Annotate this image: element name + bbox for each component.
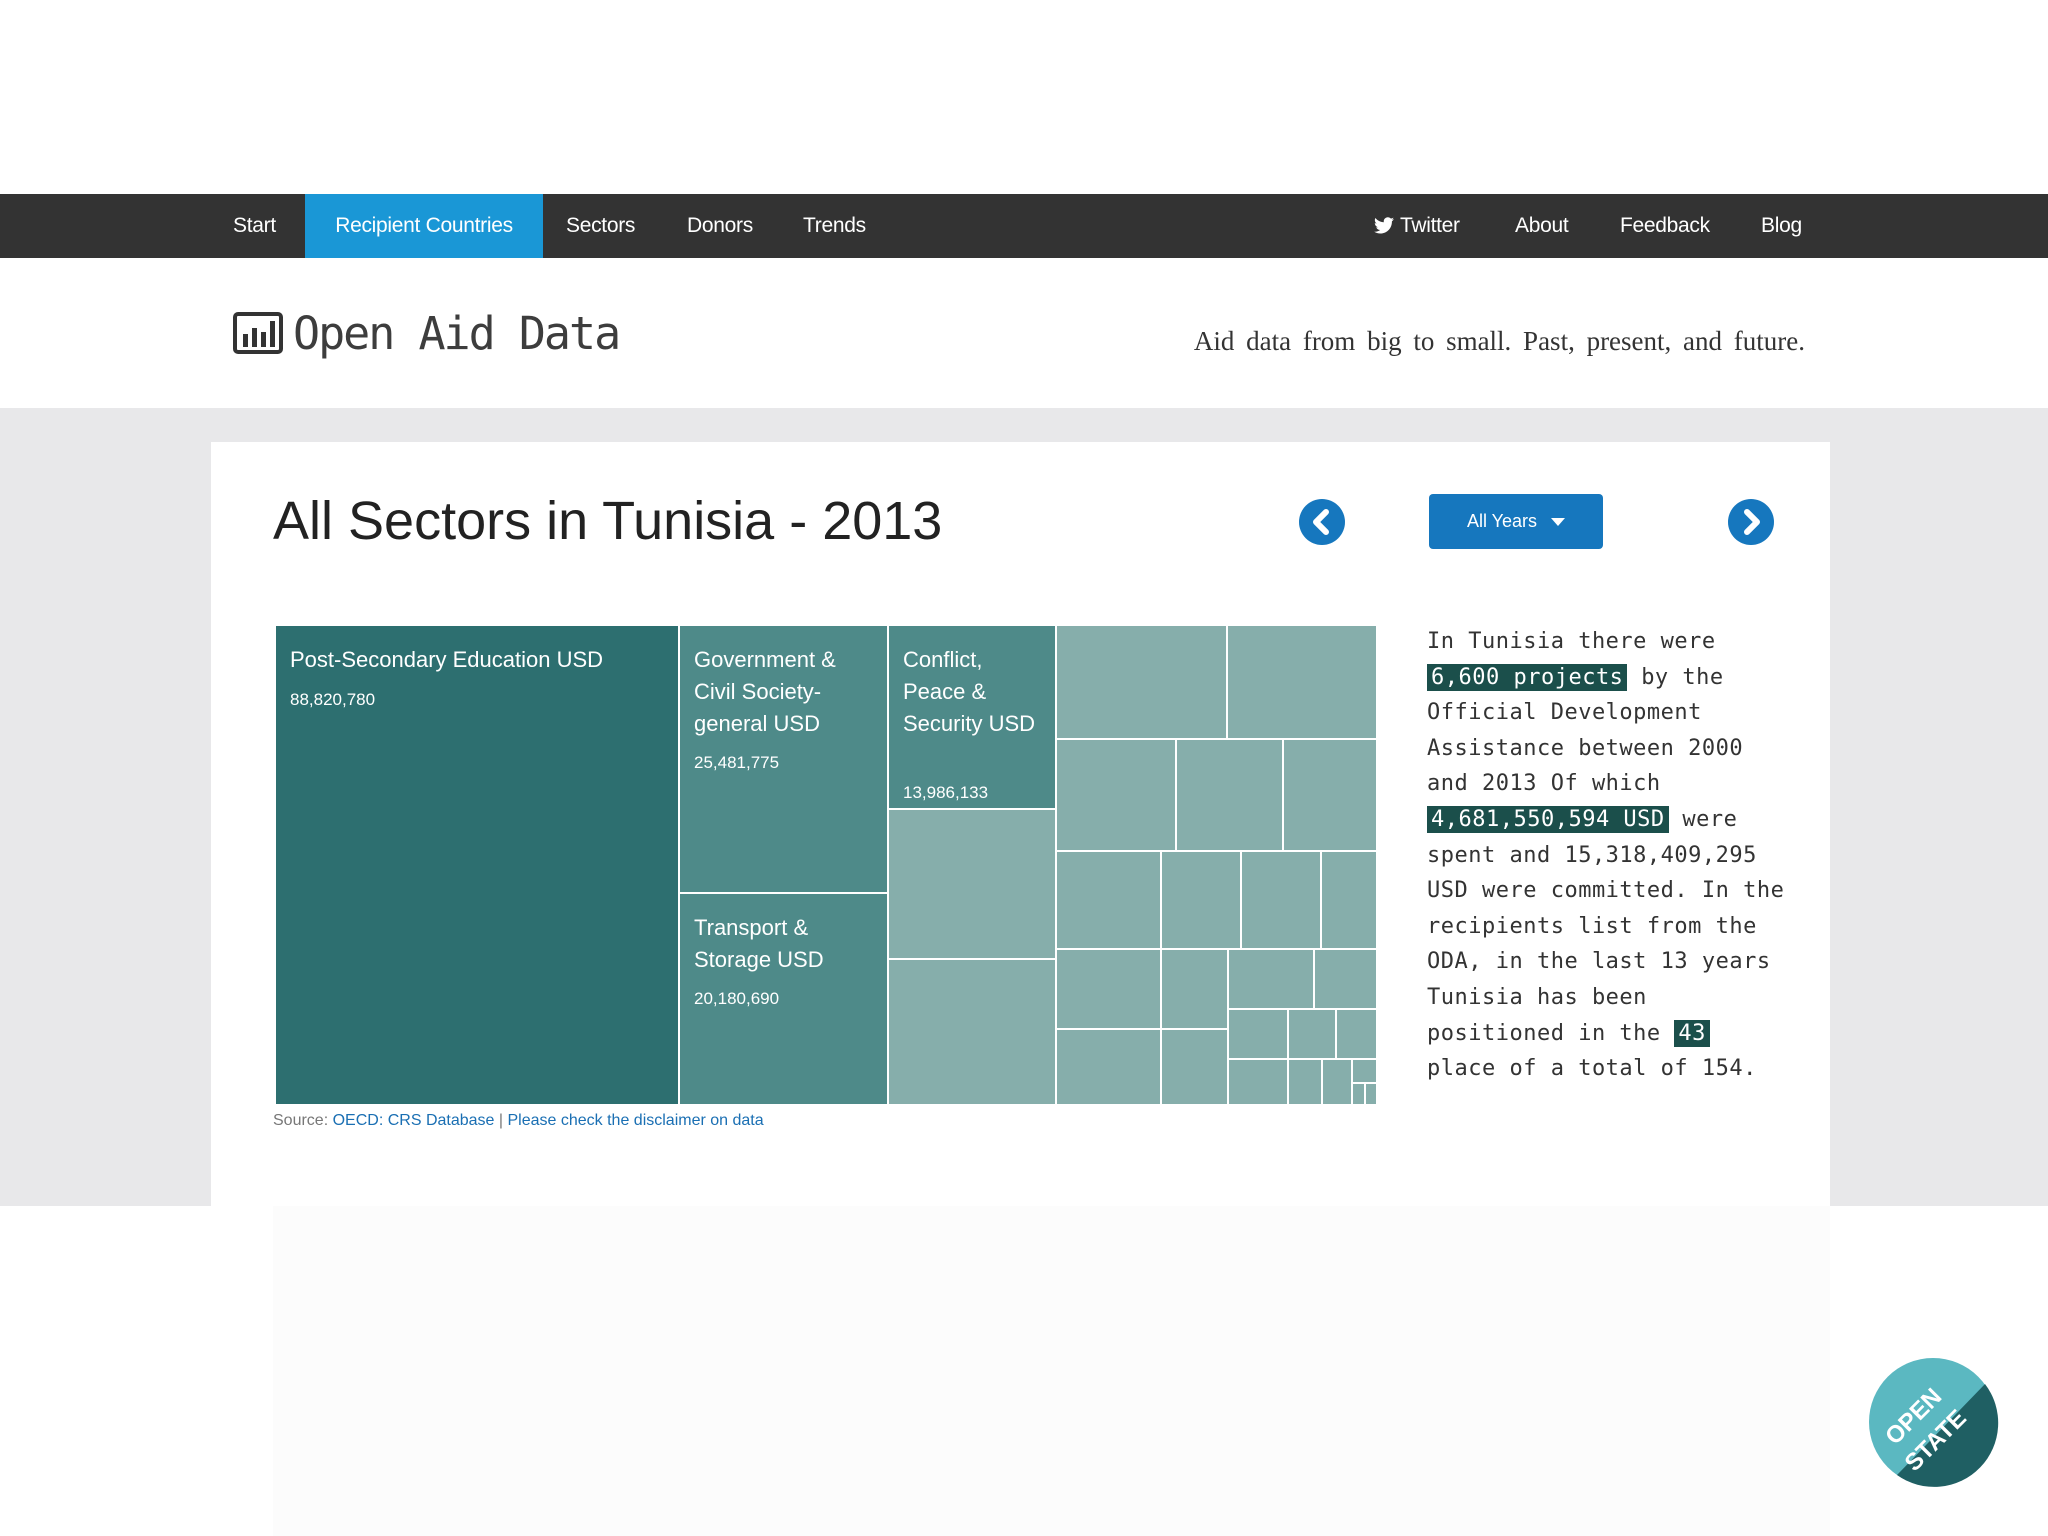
tile-value: 25,481,775 — [694, 753, 780, 772]
treemap-tile[interactable] — [1336, 1009, 1377, 1059]
bar-chart-icon — [233, 312, 283, 354]
top-blank-area — [0, 0, 2048, 194]
page-title: All Sectors in Tunisia - 2013 — [273, 491, 943, 551]
summary-part: were spent and 15,318,409,295 USD were c… — [1427, 806, 1785, 1046]
previous-year-button[interactable] — [1299, 499, 1345, 545]
summary-part: place of a total of 154. — [1427, 1056, 1757, 1082]
nav-donors[interactable]: Donors — [687, 194, 753, 258]
nav-trends[interactable]: Trends — [803, 194, 866, 258]
treemap-tile[interactable] — [1056, 851, 1161, 949]
treemap-tile[interactable] — [1056, 1029, 1161, 1105]
treemap-tile[interactable] — [1228, 1059, 1288, 1105]
tile-label: Government & Civil Society-general USD — [694, 647, 836, 736]
tile-label: Transport & Storage USD — [694, 915, 824, 972]
nav-recipient-countries[interactable]: Recipient Countries — [305, 194, 543, 258]
treemap-tile[interactable] — [1056, 949, 1161, 1029]
open-state-badge[interactable]: OPEN STATE — [1867, 1356, 1999, 1488]
sector-treemap: Post-Secondary Education USD 88,820,780 … — [275, 625, 1377, 1105]
site-logo[interactable]: Open Aid Data — [233, 306, 621, 360]
rank-highlight: 43 — [1674, 1019, 1710, 1047]
top-navbar: Start Recipient Countries Sectors Donors… — [0, 194, 2048, 258]
source-separator: | — [498, 1112, 504, 1129]
tile-label: Post-Secondary Education USD — [290, 647, 604, 672]
treemap-tile[interactable] — [1228, 949, 1314, 1009]
treemap-tile[interactable] — [888, 809, 1056, 959]
treemap-tile-conflict-peace-security[interactable]: Conflict, Peace & Security USD 13,986,13… — [888, 625, 1056, 809]
treemap-tile[interactable] — [1228, 1009, 1288, 1059]
disclaimer-link[interactable]: Please check the disclaimer on data — [508, 1112, 764, 1129]
site-title: Open Aid Data — [293, 306, 621, 360]
tile-value: 20,180,690 — [694, 989, 780, 1008]
chevron-left-icon — [1313, 509, 1329, 535]
treemap-tile[interactable] — [1056, 625, 1227, 739]
nav-blog[interactable]: Blog — [1761, 194, 1802, 258]
treemap-tile[interactable] — [888, 959, 1056, 1105]
treemap-tile[interactable] — [1283, 739, 1377, 851]
tile-value: 13,986,133 — [903, 783, 989, 802]
chevron-right-icon — [1744, 509, 1760, 535]
treemap-tile[interactable] — [1322, 1059, 1352, 1105]
treemap-tile[interactable] — [1176, 739, 1283, 851]
tile-label: Conflict, Peace & Security USD — [903, 647, 1036, 736]
treemap-tile[interactable] — [1288, 1059, 1322, 1105]
next-year-button[interactable] — [1728, 499, 1774, 545]
treemap-tile[interactable] — [1321, 851, 1377, 949]
treemap-tile-transport-storage[interactable]: Transport & Storage USD 20,180,690 — [679, 893, 888, 1105]
summary-text: In Tunisia there were 6,600 projects by … — [1427, 624, 1787, 1087]
nav-start[interactable]: Start — [233, 194, 283, 258]
source-prefix: Source: — [273, 1112, 329, 1129]
projects-highlight: 6,600 projects — [1427, 663, 1628, 691]
site-tagline: Aid data from big to small. Past, presen… — [1193, 326, 1805, 356]
twitter-icon — [1374, 217, 1394, 234]
lower-panel — [273, 1206, 1830, 1536]
treemap-tile[interactable] — [1161, 851, 1241, 949]
treemap-tile[interactable] — [1161, 949, 1228, 1029]
treemap-tile[interactable] — [1352, 1059, 1377, 1083]
tile-value: 88,820,780 — [290, 690, 376, 709]
treemap-tile[interactable] — [1288, 1009, 1336, 1059]
spent-amount-highlight: 4,681,550,594 USD — [1427, 805, 1669, 833]
oecd-crs-link[interactable]: OECD: CRS Database — [333, 1112, 495, 1129]
year-dropdown[interactable]: All Years — [1429, 494, 1603, 549]
treemap-tile[interactable] — [1365, 1083, 1377, 1105]
treemap-tile[interactable] — [1352, 1083, 1365, 1105]
treemap-tile[interactable] — [1241, 851, 1321, 949]
treemap-tile-post-secondary-education[interactable]: Post-Secondary Education USD 88,820,780 — [275, 625, 679, 1105]
summary-part: In Tunisia there were — [1427, 629, 1716, 654]
treemap-tile[interactable] — [1161, 1029, 1228, 1105]
nav-feedback[interactable]: Feedback — [1620, 194, 1710, 258]
caret-down-icon — [1551, 517, 1566, 526]
nav-sectors[interactable]: Sectors — [566, 194, 635, 258]
treemap-tile-government-civil-society[interactable]: Government & Civil Society-general USD 2… — [679, 625, 888, 893]
nav-about[interactable]: About — [1515, 194, 1569, 258]
treemap-tile[interactable] — [1056, 739, 1176, 851]
treemap-tile[interactable] — [1227, 625, 1377, 739]
nav-twitter[interactable]: Twitter — [1374, 194, 1460, 258]
treemap-tile[interactable] — [1314, 949, 1377, 1009]
source-line: Source: OECD: CRS Database | Please chec… — [273, 1112, 764, 1130]
